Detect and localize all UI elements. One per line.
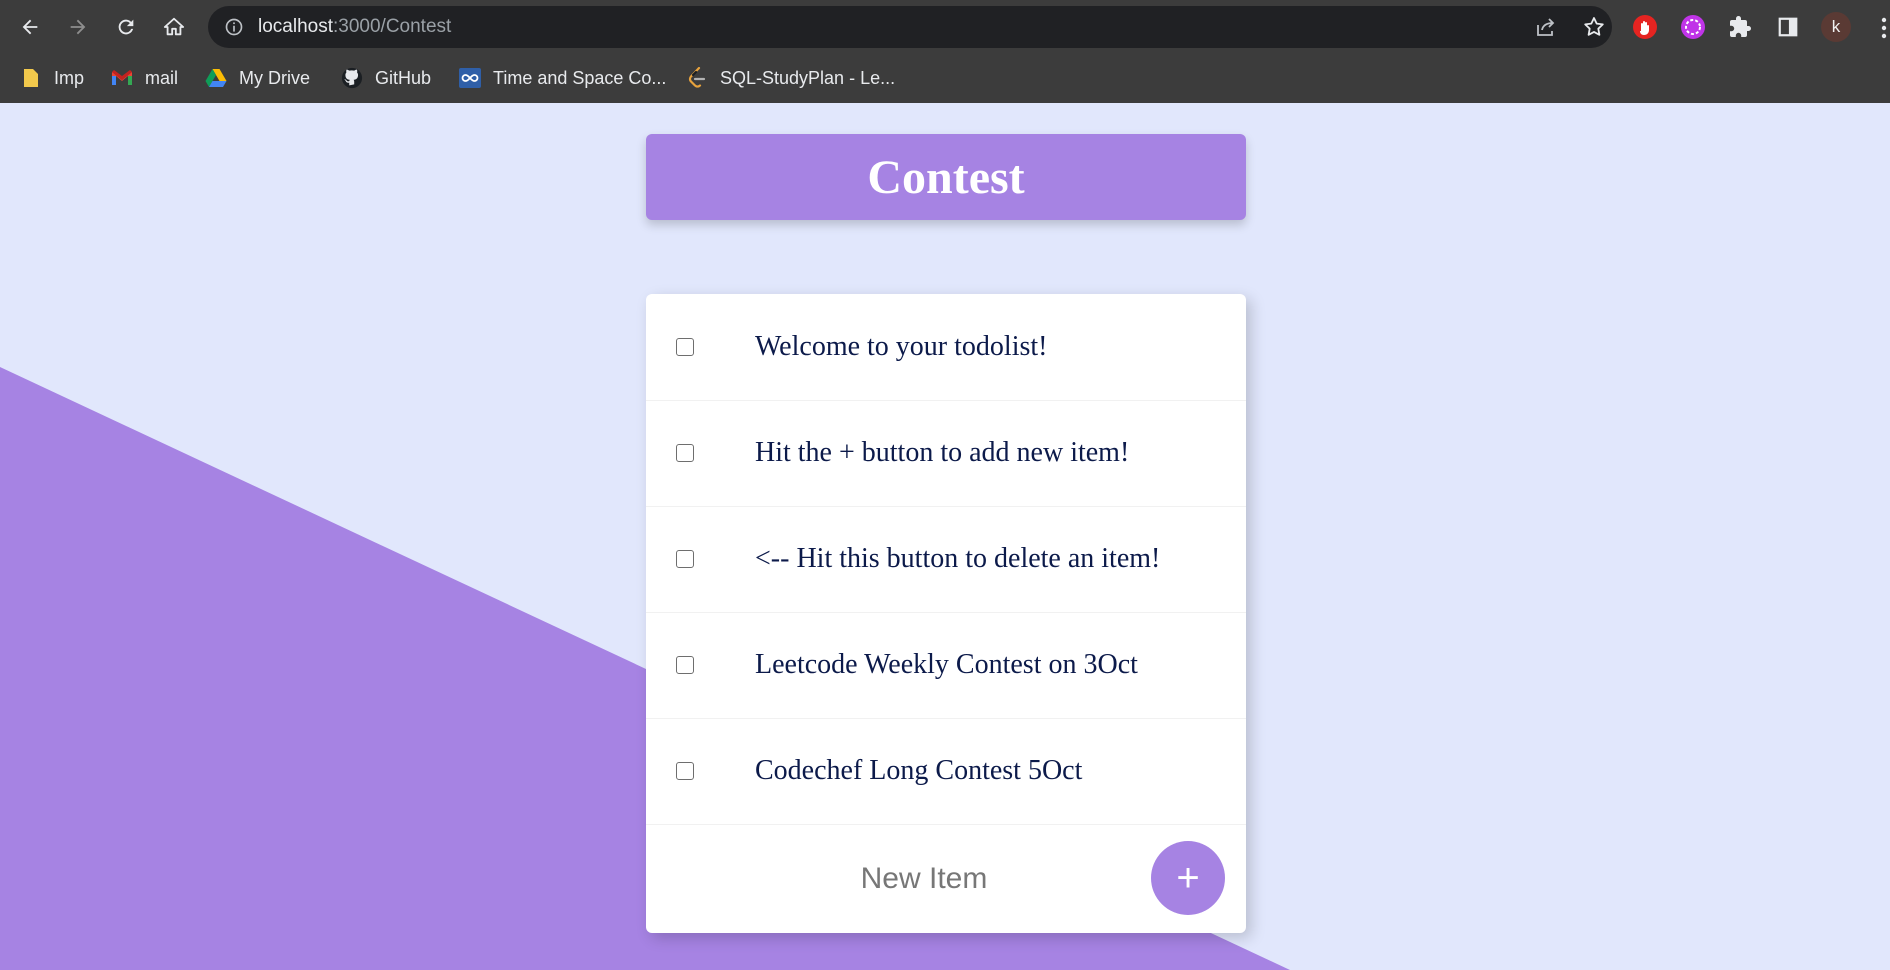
bookmark-label: GitHub (375, 67, 432, 88)
bookmark-label: My Drive (239, 67, 310, 88)
url-text[interactable]: localhost:3000/Contest (258, 6, 451, 48)
arrow-left-icon (22, 19, 38, 35)
bookmarks-bar: Imp mail My Drive GitHub Time and Space … (0, 54, 1890, 103)
add-item-button[interactable]: + (1151, 841, 1225, 915)
address-bar[interactable]: localhost:3000/Contest (208, 6, 1612, 48)
info-icon[interactable] (224, 17, 244, 37)
page-content: Contest Welcome to your todolist! Hit th… (0, 103, 1890, 970)
puzzle-icon[interactable] (1726, 13, 1754, 41)
todo-text: Codechef Long Contest 5Oct (755, 755, 1083, 786)
page-title: Contest (867, 150, 1025, 204)
todo-text: Hit the + button to add new item! (755, 437, 1130, 468)
menu-dots-icon[interactable] (1880, 16, 1888, 40)
extension-purple-icon[interactable] (1679, 13, 1707, 41)
todo-text: Leetcode Weekly Contest on 3Oct (755, 649, 1138, 680)
new-item-form: + (646, 825, 1246, 933)
bookmark-label: mail (145, 67, 179, 88)
todo-checkbox[interactable] (676, 550, 694, 568)
bookmark-label: SQL-StudyPlan - Le... (720, 67, 896, 88)
todo-item: Hit the + button to add new item! (646, 400, 1246, 507)
forward-button[interactable] (60, 9, 96, 45)
todo-checkbox[interactable] (676, 762, 694, 780)
bookmark-label: Imp (54, 67, 85, 88)
todo-list: Welcome to your todolist! Hit the + butt… (646, 294, 1246, 933)
new-item-input[interactable] (772, 852, 1076, 906)
share-icon[interactable] (1534, 15, 1558, 39)
bookmark-label: Time and Space Co... (493, 67, 667, 88)
home-button[interactable] (156, 9, 192, 45)
home-icon (163, 17, 185, 36)
back-button[interactable] (12, 9, 48, 45)
todo-item: <-- Hit this button to delete an item! (646, 506, 1246, 613)
side-panel-icon[interactable] (1774, 13, 1802, 41)
url-host: localhost (258, 16, 333, 37)
reload-button[interactable] (108, 9, 144, 45)
todo-text: <-- Hit this button to delete an item! (755, 543, 1161, 574)
heading-box: Contest (646, 134, 1246, 220)
infinity-icon (459, 67, 481, 89)
todo-item: Codechef Long Contest 5Oct (646, 718, 1246, 825)
todo-checkbox[interactable] (676, 444, 694, 462)
bookmark-time-space[interactable]: Time and Space Co... (459, 62, 666, 94)
todo-checkbox[interactable] (676, 338, 694, 356)
bookmark-imp[interactable]: Imp (20, 62, 84, 94)
todo-checkbox[interactable] (676, 656, 694, 674)
bookmark-my-drive[interactable]: My Drive (205, 62, 310, 94)
leetcode-icon (686, 67, 708, 89)
bookmark-star-icon[interactable] (1582, 15, 1606, 39)
reload-icon (118, 19, 134, 35)
todo-text: Welcome to your todolist! (755, 331, 1048, 362)
url-path: :3000/Contest (333, 16, 452, 37)
adblock-extension-icon[interactable] (1631, 13, 1659, 41)
bookmark-mail[interactable]: mail (111, 62, 178, 94)
bookmark-github[interactable]: GitHub (341, 62, 431, 94)
browser-chrome: localhost:3000/Contest k Imp mail My Dri… (0, 0, 1890, 103)
folder-icon (20, 67, 42, 89)
github-icon (341, 67, 363, 89)
todo-item: Leetcode Weekly Contest on 3Oct (646, 612, 1246, 719)
google-drive-icon (205, 67, 227, 89)
gmail-icon (111, 67, 133, 89)
bookmark-sql-studyplan[interactable]: SQL-StudyPlan - Le... (686, 62, 895, 94)
todo-item: Welcome to your todolist! (646, 294, 1246, 401)
arrow-right-icon (70, 19, 86, 35)
profile-avatar[interactable]: k (1821, 12, 1851, 42)
browser-toolbar: localhost:3000/Contest k (0, 0, 1890, 54)
